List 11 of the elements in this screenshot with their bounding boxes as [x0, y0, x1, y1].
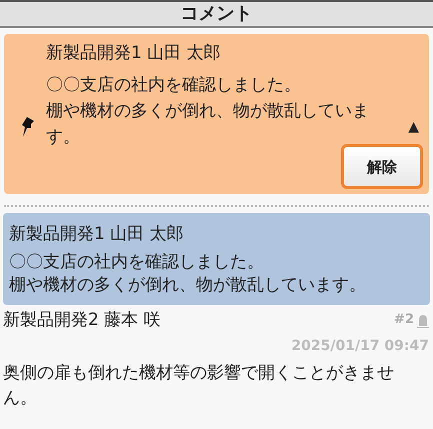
comment-number: #2: [394, 311, 414, 329]
comment-timestamp: 2025/01/17 09:47: [291, 337, 429, 356]
comment-author: 新製品開発1 山田 太郎: [46, 42, 222, 65]
comment-text: 奥側の扉も倒れた機材等の影響で開くことがきません。: [3, 362, 395, 410]
comment-author: 新製品開発1 山田 太郎: [9, 223, 185, 246]
pin-icon: [21, 116, 35, 138]
comment-author: 新製品開発2 藤本 咲: [3, 309, 161, 332]
panel-title: コメント: [180, 2, 252, 26]
collapse-toggle[interactable]: ▲: [408, 114, 419, 140]
comment-text: 〇〇支店の社内を確認しました。 棚や機材の多くが倒れ、物が散乱しています。: [9, 251, 367, 297]
unpin-button[interactable]: 解除: [341, 144, 423, 189]
